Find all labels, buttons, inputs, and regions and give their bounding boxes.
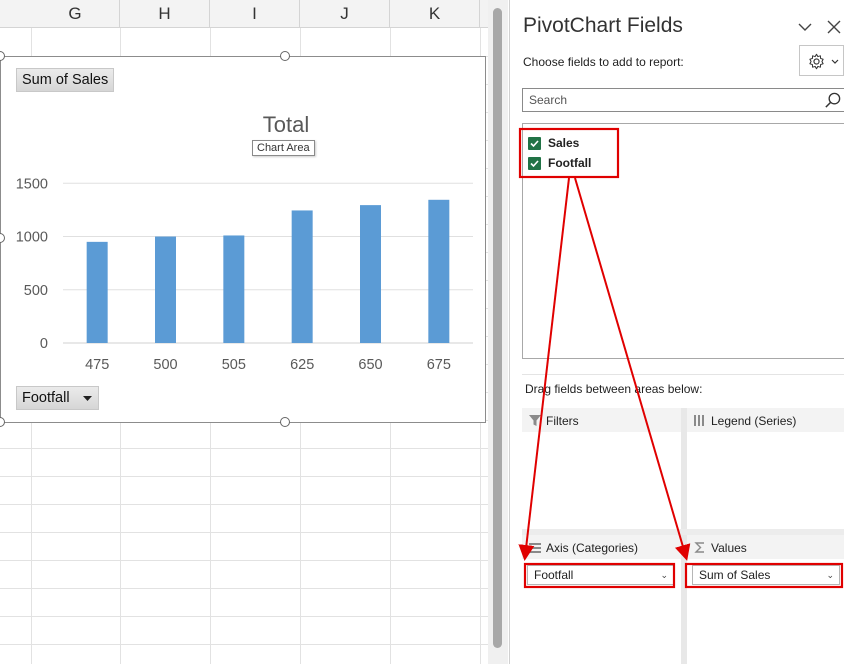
search-input[interactable]: [523, 89, 813, 111]
chart-plot: Total 1500 1000 500 0 475 500 505 625 650 675: [16, 112, 473, 373]
chevron-down-icon[interactable]: [796, 18, 814, 36]
column-header-i[interactable]: I: [210, 0, 300, 28]
field-item-footfall[interactable]: Footfall: [528, 154, 591, 172]
drag-fields-label: Drag fields between areas below:: [525, 382, 703, 396]
footfall-field-button[interactable]: Footfall: [16, 386, 99, 410]
filter-icon: [529, 415, 541, 426]
x-tick-label: 475: [85, 357, 109, 373]
checkbox-checked-icon[interactable]: [528, 156, 541, 170]
chart-area-tooltip: Chart Area: [252, 140, 315, 156]
tools-button[interactable]: [799, 45, 844, 76]
bar: [360, 205, 381, 343]
gridline: [0, 588, 488, 589]
gridline: [0, 560, 488, 561]
values-drop-zone[interactable]: Sum of Sales ⌄: [687, 559, 844, 664]
rows-icon: [529, 543, 541, 553]
pivotchart-fields-pane: PivotChart Fields Choose fields to add t…: [509, 0, 844, 664]
worksheet[interactable]: G H I J K Total 1500 1000 500 0 475 500 505 625 6…: [0, 0, 488, 664]
checkbox-checked-icon[interactable]: [528, 136, 541, 150]
gridline: [0, 532, 488, 533]
field-item-sales[interactable]: Sales: [528, 134, 579, 152]
bar: [223, 235, 245, 343]
column-header-j[interactable]: J: [300, 0, 390, 28]
values-area-title: Values: [711, 541, 747, 555]
y-tick-label: 1000: [16, 230, 48, 246]
pivot-chart[interactable]: Total 1500 1000 500 0 475 500 505 625 650 675 Sum …: [0, 56, 486, 423]
vertical-scrollbar[interactable]: [488, 0, 508, 664]
chart-title: Total: [263, 112, 309, 137]
x-tick-label: 650: [358, 357, 382, 373]
pane-title: PivotChart Fields: [523, 14, 683, 37]
field-list: Sales Footfall: [522, 123, 844, 359]
x-tick-label: 675: [427, 357, 451, 373]
gridline: [0, 448, 488, 449]
column-header-bar: G H I J K: [0, 0, 488, 28]
pane-subtitle: Choose fields to add to report:: [523, 55, 684, 69]
axis-area-title: Axis (Categories): [546, 541, 639, 555]
close-icon[interactable]: [825, 18, 843, 36]
divider: [522, 374, 844, 375]
filters-area[interactable]: Filters: [522, 408, 681, 529]
x-tick-label: 500: [153, 357, 177, 373]
x-tick-label: 505: [222, 357, 246, 373]
bar: [155, 236, 176, 343]
chevron-down-icon[interactable]: ⌄: [826, 566, 834, 584]
field-label: Footfall: [548, 156, 592, 170]
area-splitter-horizontal[interactable]: [522, 529, 844, 535]
filters-drop-zone[interactable]: [522, 432, 681, 529]
gridline: [0, 476, 488, 477]
legend-drop-zone[interactable]: [687, 432, 844, 529]
resize-handle-top[interactable]: [280, 51, 290, 61]
legend-area[interactable]: Legend (Series): [687, 408, 844, 529]
footfall-field-label: Footfall: [22, 390, 70, 406]
search-icon[interactable]: [823, 91, 842, 110]
search-box[interactable]: [522, 88, 844, 112]
chevron-down-icon: [831, 59, 839, 64]
column-header-h[interactable]: H: [120, 0, 210, 28]
filters-area-title: Filters: [546, 414, 579, 428]
resize-handle-bottom-left[interactable]: [0, 417, 5, 427]
field-label: Sales: [548, 136, 580, 150]
x-tick-label: 625: [290, 357, 314, 373]
filters-area-header: Filters: [522, 408, 681, 432]
chevron-down-icon[interactable]: ⌄: [660, 566, 668, 584]
bar: [291, 210, 313, 343]
legend-area-header: Legend (Series): [687, 408, 844, 432]
values-field-label: Sum of Sales: [699, 568, 771, 582]
sigma-icon: [694, 542, 704, 553]
gear-icon: [809, 53, 824, 70]
legend-area-title: Legend (Series): [711, 414, 797, 428]
axis-area[interactable]: Axis (Categories) Footfall ⌄: [522, 535, 681, 664]
axis-field-pill[interactable]: Footfall ⌄: [527, 565, 674, 585]
gridline: [0, 504, 488, 505]
axis-field-label: Footfall: [534, 568, 574, 582]
sum-of-sales-field-button[interactable]: Sum of Sales: [16, 68, 115, 92]
axis-drop-zone[interactable]: Footfall ⌄: [522, 559, 681, 664]
y-tick-label: 1500: [16, 176, 48, 192]
values-area[interactable]: Values Sum of Sales ⌄: [687, 535, 844, 664]
axis-area-header: Axis (Categories): [522, 535, 681, 559]
columns-icon: [694, 415, 704, 426]
column-header-g[interactable]: G: [31, 0, 120, 28]
scrollbar-thumb[interactable]: [493, 8, 502, 648]
column-header-k[interactable]: K: [390, 0, 480, 28]
dropdown-arrow-icon: [83, 396, 92, 401]
gridline: [0, 644, 488, 645]
y-tick-label: 0: [40, 336, 48, 352]
values-area-header: Values: [687, 535, 844, 559]
resize-handle-bottom[interactable]: [280, 417, 290, 427]
values-field-pill[interactable]: Sum of Sales ⌄: [692, 565, 840, 585]
bar: [86, 241, 108, 343]
area-splitter-vertical[interactable]: [681, 408, 687, 664]
gridline: [0, 616, 488, 617]
bar: [428, 199, 450, 343]
y-tick-label: 500: [24, 283, 48, 299]
